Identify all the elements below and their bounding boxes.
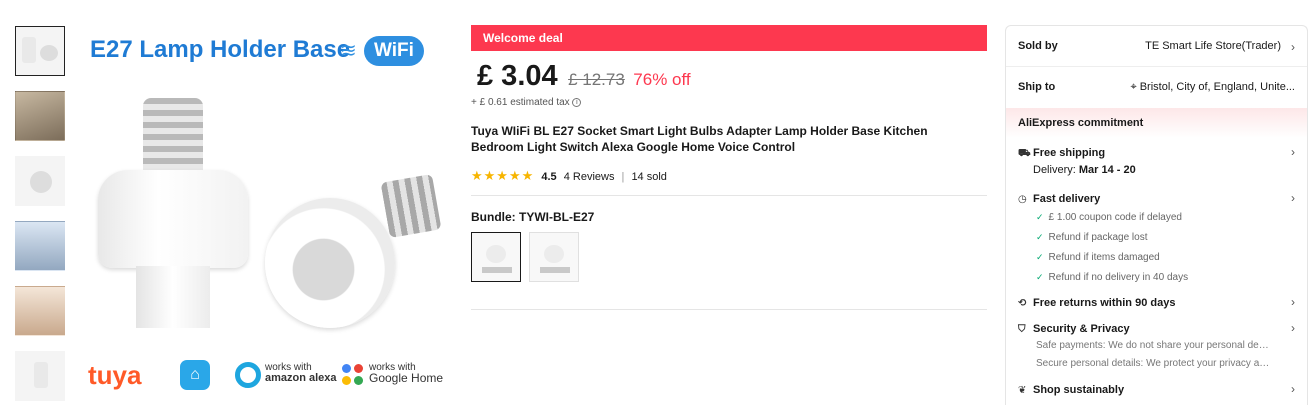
welcome-deal-banner: Welcome deal <box>471 25 987 51</box>
estimated-tax: + £ 0.61 estimated tax i <box>471 97 582 108</box>
free-returns-title: Free returns within 90 days <box>1033 297 1176 309</box>
ship-to-location: Bristol, City of, England, Unite... <box>1139 81 1295 93</box>
fast-item: Refund if no delivery in 40 days <box>1048 272 1189 283</box>
bundle-option-1[interactable] <box>471 232 521 282</box>
chevron-right-icon: › <box>1291 145 1295 159</box>
chevron-right-icon: › <box>1291 321 1295 335</box>
fast-item: Refund if items damaged <box>1048 252 1160 263</box>
free-shipping-section[interactable]: ⛟ Free shipping Delivery: Mar 14 - 20 › <box>1018 145 1295 176</box>
fast-item: Refund if package lost <box>1048 232 1148 243</box>
rating-row: ★★★★★ 4.5 4 Reviews | 14 sold <box>471 168 667 184</box>
truck-icon: ⛟ <box>1018 148 1031 159</box>
commitment-header: AliExpress commitment <box>1006 108 1307 138</box>
check-icon: ✓ <box>1036 212 1044 222</box>
lamp-holder-upright <box>98 98 248 328</box>
product-title: Tuya WIiFi BL E27 Socket Smart Light Bul… <box>471 124 928 154</box>
tuya-logo: tuya <box>88 360 142 390</box>
image-title: E27 Lamp Holder Base <box>90 36 351 63</box>
thumbnail-5[interactable] <box>15 286 65 336</box>
security-section[interactable]: ⛉ Security & Privacy Safe payments: We do… <box>1018 321 1295 373</box>
fast-item: £ 1.00 coupon code if delayed <box>1048 212 1182 223</box>
delivery-label: Delivery: <box>1033 164 1076 176</box>
thumbnail-6[interactable] <box>15 351 65 401</box>
ship-to-label: Ship to <box>1018 81 1056 93</box>
original-price: £ 12.73 <box>568 70 625 89</box>
discount-percent: 76% off <box>633 70 691 89</box>
main-product-image[interactable]: E27 Lamp Holder Base ≋ WiFi tuya ⌂ works… <box>80 28 450 398</box>
sustainability-title: Shop sustainably <box>1033 384 1125 396</box>
thumb-product-shape <box>40 45 58 61</box>
divider <box>471 309 987 310</box>
sold-count: 14 sold <box>631 171 667 183</box>
sold-by-label: Sold by <box>1018 40 1058 52</box>
thumbnail-1[interactable] <box>15 26 65 76</box>
alexa-line2: amazon alexa <box>265 372 337 384</box>
screw-base <box>143 98 203 176</box>
holder-body <box>98 170 248 268</box>
star-rating-icon: ★★★★★ <box>471 168 535 183</box>
thumbnail-3[interactable] <box>15 156 65 206</box>
delivery-dates: Mar 14 - 20 <box>1078 164 1136 176</box>
wifi-badge: WiFi <box>364 36 424 66</box>
smart-home-icon: ⌂ <box>180 360 210 390</box>
security-item: Safe payments: We do not share your pers… <box>1036 340 1271 351</box>
bundle-label: Bundle: TYWI-BL-E27 <box>471 210 595 224</box>
thumbnail-4[interactable] <box>15 221 65 271</box>
clock-icon: ◷ <box>1018 194 1027 205</box>
rating-score: 4.5 <box>541 171 557 183</box>
ship-to-row[interactable]: Ship to ⌖ Bristol, City of, England, Uni… <box>1018 81 1295 101</box>
return-icon: ⟲ <box>1018 298 1027 309</box>
reviews-link[interactable]: 4 Reviews <box>564 171 615 183</box>
bundle-option-2[interactable] <box>529 232 579 282</box>
security-item: Secure personal details: We protect your… <box>1036 358 1271 369</box>
location-pin-icon: ⌖ <box>1130 81 1140 93</box>
price-row: £ 3.04 £ 12.73 76% off <box>477 60 691 94</box>
shield-icon: ⛉ <box>1018 324 1026 335</box>
fast-delivery-section[interactable]: ◷ Fast delivery ✓ £ 1.00 coupon code if de… <box>1018 191 1295 287</box>
seller-shipping-panel: Sold by TE Smart Life Store(Trader) › Sh… <box>1005 25 1308 405</box>
divider <box>471 195 987 196</box>
thumb-product-shape <box>34 362 48 388</box>
screw-base <box>380 173 442 239</box>
security-title: Security & Privacy <box>1033 323 1130 335</box>
check-icon: ✓ <box>1036 272 1044 282</box>
sustainability-section[interactable]: ❦ Shop sustainably › <box>1018 382 1295 398</box>
divider <box>1006 66 1307 67</box>
lamp-holder-tilted <box>265 173 442 328</box>
alexa-ring-icon <box>235 362 261 388</box>
free-shipping-title: Free shipping <box>1033 147 1106 159</box>
tax-text: + £ 0.61 estimated tax <box>471 97 570 108</box>
wifi-icon: ≋ <box>340 40 357 62</box>
thumbnail-2[interactable] <box>15 91 65 141</box>
free-returns-section[interactable]: ⟲ Free returns within 90 days › <box>1018 295 1295 311</box>
thumb-product-shape <box>30 171 52 193</box>
thumb-product-shape <box>22 37 36 63</box>
google-dots-icon <box>342 364 366 388</box>
sold-by-row[interactable]: Sold by TE Smart Life Store(Trader) › <box>1018 40 1295 60</box>
holder-body <box>265 198 395 328</box>
holder-neck <box>136 266 210 328</box>
fast-delivery-title: Fast delivery <box>1033 193 1101 205</box>
current-price: £ 3.04 <box>477 60 558 92</box>
store-name[interactable]: TE Smart Life Store(Trader) <box>1145 40 1281 52</box>
info-icon[interactable]: i <box>572 97 582 107</box>
chevron-right-icon: › <box>1291 382 1295 396</box>
thumbnail-list <box>15 26 67 405</box>
check-icon: ✓ <box>1036 232 1044 242</box>
check-icon: ✓ <box>1036 252 1044 262</box>
compatibility-logos: tuya ⌂ works with amazon alexa works wit… <box>80 358 450 398</box>
leaf-icon: ❦ <box>1018 385 1027 396</box>
chevron-right-icon: › <box>1291 191 1295 205</box>
google-line2: Google Home <box>369 371 444 385</box>
separator: | <box>621 171 625 183</box>
chevron-right-icon: › <box>1291 40 1295 54</box>
chevron-right-icon: › <box>1291 295 1295 309</box>
